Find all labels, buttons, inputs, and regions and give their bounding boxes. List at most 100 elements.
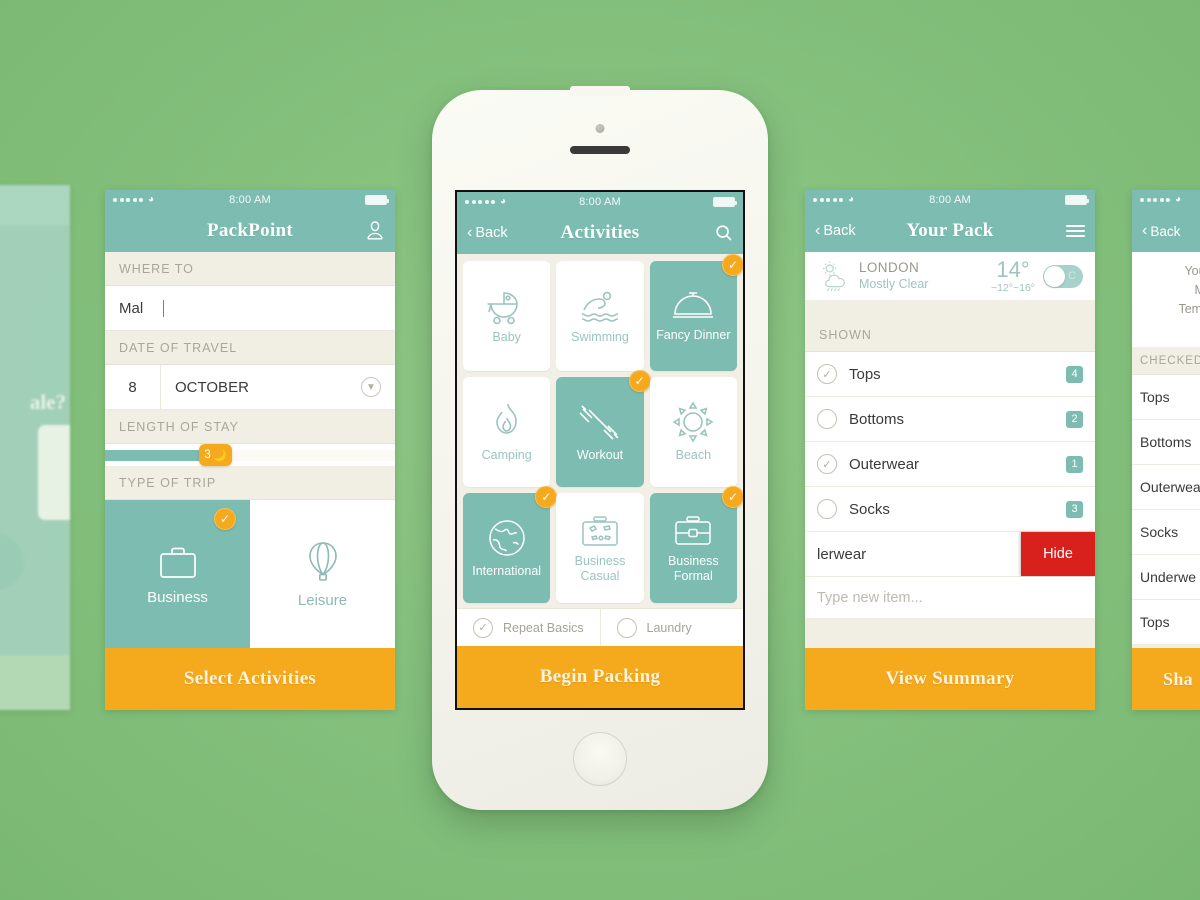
check-circle-icon[interactable]: ✓ (817, 364, 837, 384)
list-item[interactable]: Bottoms (1132, 420, 1200, 465)
chevron-down-icon[interactable]: ▼ (361, 377, 381, 397)
empty-circle-icon (616, 617, 637, 638)
search-button[interactable] (715, 224, 733, 242)
summary-line: wi (1132, 318, 1200, 337)
empty-circle-icon[interactable] (817, 499, 837, 519)
back-label: Back (1150, 223, 1181, 239)
status-bar: ◕ 8:00 AM (805, 190, 1095, 210)
back-button[interactable]: ‹ Back (467, 224, 508, 242)
unit-label: C (1068, 270, 1076, 282)
destination-input[interactable]: Mal (105, 286, 395, 331)
view-summary-button[interactable]: View Summary (805, 648, 1095, 710)
weather-temperature-block: 14° ~12°~16° (991, 256, 1035, 294)
slider-knob[interactable]: 3 🌙 (199, 444, 233, 466)
item-name: Socks (1140, 524, 1179, 540)
hide-button[interactable]: Hide (1021, 532, 1095, 576)
campfire-icon (495, 404, 517, 435)
option-laundry[interactable]: Laundry (599, 609, 744, 646)
device-top-notch (570, 86, 630, 96)
label-length-of-stay: LENGTH OF STAY (105, 410, 395, 444)
chevron-left-icon: ‹ (467, 224, 473, 241)
weather-temp: 14° (996, 256, 1030, 282)
date-row[interactable]: 8 OCTOBER ▼ (105, 365, 395, 410)
weather-widget: LONDON Mostly Clear 14° ~12°~16° C (805, 252, 1095, 300)
suitcase-icon (582, 516, 618, 546)
profile-button[interactable] (365, 220, 385, 242)
battery-icon (365, 195, 389, 205)
date-day-value[interactable]: 8 (105, 365, 161, 409)
menu-button[interactable] (1066, 222, 1085, 240)
summary-line: Tempe (1178, 301, 1200, 316)
cloche-icon (673, 292, 714, 319)
check-circle-icon[interactable]: ✓ (817, 454, 837, 474)
date-month-value[interactable]: OCTOBER (161, 379, 361, 396)
activity-baby[interactable]: Baby (463, 261, 551, 371)
status-time: 8:00 AM (929, 194, 971, 206)
left-screen-header (0, 185, 70, 225)
select-activities-button[interactable]: Select Activities (105, 648, 395, 710)
activity-workout[interactable]: ✓ Workout (556, 370, 651, 487)
share-button[interactable]: Sha (1132, 648, 1200, 710)
status-bar: ◕ 8:00 AM (105, 190, 395, 210)
screen-packpoint: ◕ 8:00 AM PackPoint WHERE TO Mal DATE OF… (105, 190, 395, 710)
list-item[interactable]: Socks 3 (805, 487, 1095, 532)
activity-camping[interactable]: Camping (463, 377, 551, 487)
hamburger-icon (1066, 222, 1085, 240)
divider-strip (805, 300, 1095, 318)
item-name: lerwear (805, 532, 1021, 576)
activity-label: International (472, 564, 542, 579)
list-item[interactable]: Outerwea (1132, 465, 1200, 510)
nav-bar: PackPoint (105, 210, 395, 252)
list-item[interactable]: Bottoms 2 (805, 397, 1095, 442)
item-count: 2 (1066, 410, 1083, 428)
weather-location-block: LONDON Mostly Clear (859, 260, 928, 291)
item-name: Tops (1140, 614, 1170, 630)
activity-beach[interactable]: Beach (649, 377, 737, 487)
activity-fancy-dinner[interactable]: ✓ Fancy Dinner (649, 254, 743, 371)
back-button[interactable]: ‹ Back (1142, 223, 1180, 239)
back-button[interactable]: ‹ Back (815, 223, 856, 240)
item-count: 3 (1066, 500, 1083, 518)
begin-packing-button[interactable]: Begin Packing (457, 646, 743, 708)
item-name: Bottoms (849, 410, 905, 428)
temperature-unit-toggle[interactable]: C (1043, 264, 1083, 288)
empty-circle-icon[interactable] (817, 409, 837, 429)
summary-line: You a (1184, 264, 1200, 278)
left-screen-decoration (0, 534, 24, 590)
screen-summary: ◕ ‹ Back You a Mar Tempe wi CHECKED Tops… (1132, 190, 1200, 710)
hot-air-balloon-icon (308, 541, 337, 581)
item-count: 1 (1066, 455, 1083, 473)
briefcase-icon (159, 547, 196, 578)
activity-business-formal[interactable]: ✓ Business Formal (649, 486, 743, 603)
list-item[interactable]: ✓ Tops 4 (805, 352, 1095, 397)
activity-business-casual[interactable]: Business Casual (556, 493, 644, 603)
new-item-input[interactable]: Type new item... (805, 577, 1095, 619)
item-name: Underwe (1140, 569, 1197, 585)
list-item[interactable]: Tops (1132, 375, 1200, 420)
battery-icon (1065, 195, 1089, 205)
sun-icon (672, 401, 714, 443)
activity-international[interactable]: ✓ International (463, 486, 558, 603)
list-item[interactable]: Tops (1132, 600, 1200, 645)
item-name: Tops (1140, 389, 1170, 405)
length-of-stay-slider[interactable]: 3 🌙 (105, 444, 395, 466)
swiped-list-item[interactable]: lerwear Hide (805, 532, 1095, 577)
list-item[interactable]: ✓ Outerwear 1 (805, 442, 1095, 487)
label-checked: CHECKED (1132, 347, 1200, 375)
option-repeat-basics[interactable]: ✓ Repeat Basics (457, 609, 600, 646)
check-circle-icon: ✓ (473, 617, 493, 638)
activity-swimming[interactable]: Swimming (556, 261, 644, 371)
trip-type-business[interactable]: ✓ Business (105, 500, 250, 648)
list-item[interactable]: Socks (1132, 510, 1200, 555)
weather-condition: Mostly Clear (859, 276, 929, 291)
check-badge-icon: ✓ (721, 486, 743, 508)
back-label: Back (823, 223, 856, 239)
home-button[interactable] (573, 732, 627, 786)
options-bar: ✓ Repeat Basics Laundry (457, 608, 743, 646)
trip-type-selector: ✓ Business Leisure (105, 500, 395, 648)
check-badge-icon: ✓ (535, 486, 558, 508)
activity-label: Baby (492, 330, 521, 345)
trip-type-leisure[interactable]: Leisure (250, 500, 395, 648)
weather-city: LONDON (859, 260, 920, 276)
list-item[interactable]: Underwe (1132, 555, 1200, 600)
